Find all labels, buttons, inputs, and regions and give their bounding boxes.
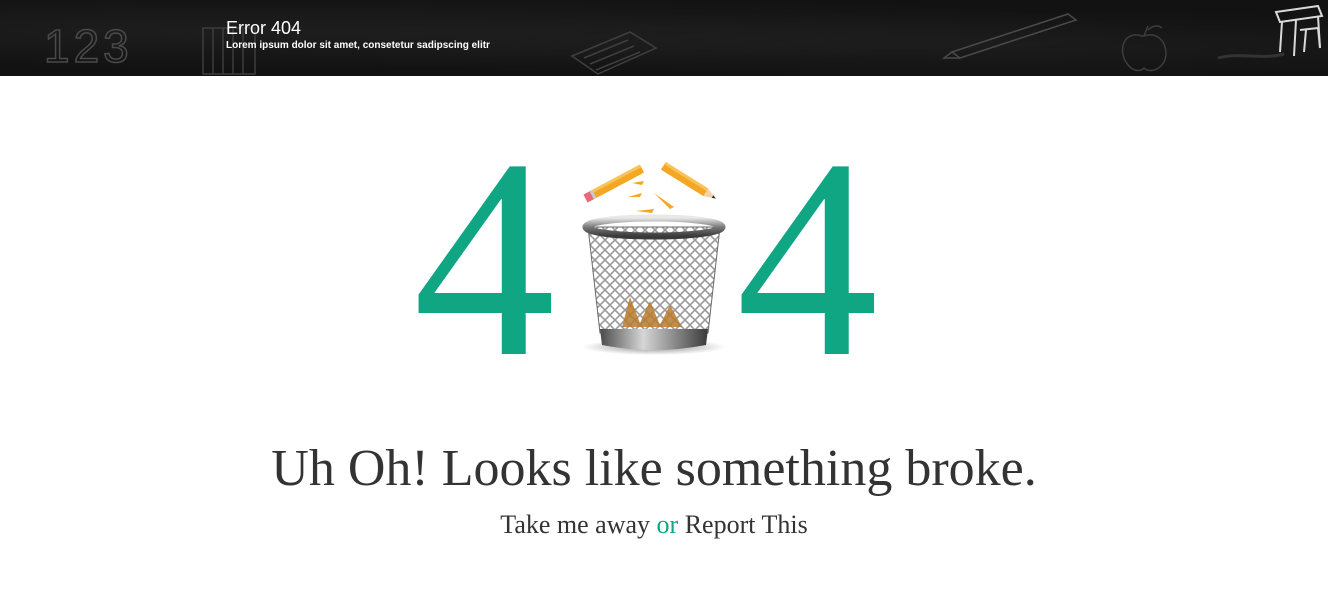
error-digit-right: 4 [736, 100, 879, 416]
error-actions: Take me away or Report This [0, 507, 1308, 543]
links-separator: or [656, 510, 679, 539]
report-this-link[interactable]: Report This [685, 510, 808, 539]
chalkboard-header: 123 Error 404 Lorem ipsum dolor sit amet… [0, 0, 1328, 76]
header-subtitle: Lorem ipsum dolor sit amet, consetetur s… [226, 40, 490, 51]
trash-bin-icon [582, 162, 726, 355]
chalk-numbers-doodle: 123 [44, 20, 133, 72]
broken-pencil-icon [583, 162, 716, 213]
header-title: Error 404 [226, 18, 302, 38]
pencil-doodle [941, 13, 1078, 59]
error-headline: Uh Oh! Looks like something broke. [271, 440, 1037, 497]
school-desk-doodle [1274, 4, 1324, 57]
apple-doodle [1121, 25, 1167, 72]
chalk-smudge [1217, 52, 1285, 60]
chalkboard-doodles: 123 [43, 4, 1324, 75]
calculator-doodle [570, 31, 658, 75]
take-me-away-link[interactable]: Take me away [500, 510, 650, 539]
error-digit-left: 4 [413, 100, 556, 416]
